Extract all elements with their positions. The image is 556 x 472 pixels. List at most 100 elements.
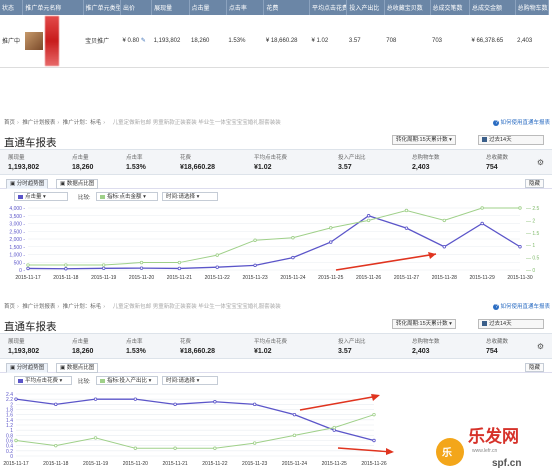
col-header[interactable]: 花费 — [263, 0, 311, 15]
metric-label: 展现量 — [8, 339, 25, 345]
col-header[interactable]: 总成交笔数 — [430, 0, 470, 15]
metric-a-label: 平均点击花费 — [25, 378, 59, 384]
col-header: 状态 — [0, 0, 24, 15]
col-header[interactable]: 平均点击花费 — [309, 0, 348, 15]
tab-compare[interactable]: ▣ 数据点比图 — [56, 363, 99, 373]
metric-value: 18,260 — [72, 348, 94, 355]
report-panel-1: 首页 › 推广计划报表 › 推广计划：标毛 › 儿童定做新包邮 男童新款正装套装 毕业… — [0, 118, 556, 286]
x-tick-label: 2015-11-25 — [318, 275, 343, 281]
conversion-period-select[interactable]: 转化周期:15天累计数 ▾ — [392, 135, 456, 145]
col-header[interactable]: 推广单元类型 — [83, 0, 121, 15]
date-range-select[interactable]: 过去14天 — [478, 135, 544, 145]
x-tick-label: 2015-11-26 — [361, 461, 386, 467]
help-link-label: 如何使用直通车报表 — [500, 120, 550, 126]
breadcrumb-link[interactable]: 首页 — [4, 304, 15, 310]
tab-trend[interactable]: ▣ 分时趋势图 — [6, 363, 49, 373]
tab-trend[interactable]: ▣ 分时趋势图 — [6, 179, 49, 189]
data-point — [329, 226, 333, 230]
metric-item: 投入产出比 3.57 — [338, 337, 366, 355]
metric-b-prefix: 指标: — [107, 194, 120, 200]
impressions-cell: 1,193,802 — [151, 15, 190, 68]
breadcrumb-link[interactable]: 推广计划报表 — [22, 304, 55, 310]
annotation-arrow-line — [337, 447, 393, 453]
metric-item: 花费 ¥18,660.28 — [180, 153, 215, 171]
data-point — [372, 438, 376, 443]
metric-item: 展现量 1,193,802 — [8, 337, 39, 355]
metric-a-select[interactable]: 平均点击花费 ▾ — [14, 376, 72, 385]
x-tick-label: 2015-11-19 — [83, 461, 108, 467]
data-point — [177, 260, 182, 265]
date-range-select[interactable]: 过去14天 — [478, 319, 544, 329]
col-header[interactable]: 总购物车数 — [515, 0, 550, 15]
col-header[interactable]: 总收藏宝贝数 — [384, 0, 431, 15]
edit-pencil-icon[interactable]: ✎ — [141, 38, 146, 44]
y-tick-label-left: 2,500 - — [9, 229, 25, 235]
metric-value: 2,403 — [412, 348, 430, 355]
data-point — [332, 425, 336, 430]
metric-item: 总购物车数 2,403 — [412, 153, 440, 171]
x-tick-label: 2015-11-24 — [282, 461, 307, 467]
table-row: 推广中 宝贝推广 ¥ 0.80 ✎ 1,193,802 18,260 1.53%… — [0, 15, 549, 68]
data-point — [64, 267, 68, 271]
col-header[interactable]: 展现量 — [151, 0, 190, 15]
time-select[interactable]: 时间:请选择 ▾ — [162, 192, 218, 201]
gear-icon[interactable]: ⚙ — [537, 342, 544, 351]
col-header[interactable]: 投入产出比 — [346, 0, 385, 15]
tab-label: 分时趋势图 — [16, 181, 45, 187]
metrics-summary: 展现量 1,193,802 点击量 18,260 点击率 1.53% 花费 ¥18,66… — [0, 333, 552, 359]
unit-name-cell[interactable] — [22, 15, 84, 68]
data-point — [173, 446, 177, 450]
y-tick-label-left: 3,500 - — [9, 214, 25, 220]
data-point — [215, 253, 219, 257]
trend-chart-1: 4,000 - 3,500 - 3,000 -2,500 - 2,000 - 1,500… — [9, 206, 539, 281]
metric-label: 平均点击花费 — [254, 339, 288, 345]
metric-b-select[interactable]: 指标:点击金额 ▾ — [96, 192, 158, 201]
col-header[interactable]: 出价 — [120, 0, 153, 15]
data-point — [372, 412, 376, 417]
metric-value: 1.53% — [126, 164, 146, 171]
gear-icon[interactable]: ⚙ — [537, 158, 544, 167]
help-link[interactable]: ? 如何使用直通车报表 — [493, 302, 550, 310]
product-thumbnail[interactable] — [24, 31, 43, 50]
col-header[interactable]: 点击率 — [226, 0, 265, 15]
breadcrumb-link[interactable]: 推广计划：标毛 — [63, 304, 102, 310]
data-point — [253, 238, 257, 242]
metric-label: 总购物车数 — [412, 339, 440, 345]
calendar-icon — [482, 137, 487, 143]
chart-tab-bar: ▣ 分时趋势图 ▣ 数据点比图 隐藏 — [0, 362, 552, 373]
roi-cell: 3.57 — [346, 15, 385, 68]
x-tick-label: 2015-11-23 — [242, 461, 267, 467]
col-header[interactable]: 点击量 — [189, 0, 227, 15]
time-select[interactable]: 时间:请选择 ▾ — [162, 376, 218, 385]
data-point — [291, 236, 295, 240]
breadcrumb-link[interactable]: 推广计划：标毛 — [63, 120, 102, 126]
metric-label: 点击量 — [72, 155, 89, 161]
y-tick-label-left: 3,000 - — [9, 222, 25, 228]
data-point — [133, 397, 138, 401]
page-title: 直通车报表 — [4, 321, 57, 333]
y-tick-label-left: 500 - — [14, 260, 26, 266]
redacted-name — [44, 15, 59, 66]
breadcrumb-link[interactable]: 推广计划报表 — [22, 120, 55, 126]
x-tick-label: 2015-11-17 — [15, 275, 40, 281]
series-a-swatch — [18, 194, 23, 199]
data-point — [54, 402, 58, 407]
help-link[interactable]: ? 如何使用直通车报表 — [493, 118, 550, 126]
x-tick-label: 2015-11-18 — [43, 461, 68, 467]
breadcrumb-current: 儿童定做新包邮 男童新款正装套装 毕业生一体宝宝宝宝婚礼服套装装 — [112, 120, 281, 126]
conversion-period-select[interactable]: 转化周期:15天累计数 ▾ — [392, 319, 456, 329]
favorites-cell: 708 — [384, 15, 430, 68]
data-point — [291, 255, 295, 260]
data-point — [133, 446, 138, 450]
tab-compare[interactable]: ▣ 数据点比图 — [56, 179, 99, 189]
y-tick-label-left: 4,000 - — [9, 206, 25, 212]
data-point — [292, 412, 297, 417]
breadcrumb-link[interactable]: 首页 — [4, 120, 15, 126]
metric-a-select[interactable]: 点击量 ▾ — [14, 192, 68, 201]
hide-chart-button[interactable]: 隐藏 — [524, 363, 544, 372]
metrics-summary: 展现量 1,193,802 点击量 18,260 点击率 1.53% 花费 ¥18,66… — [0, 149, 552, 175]
compare-label: 比较: — [78, 195, 91, 201]
col-header[interactable]: 总成交金额 — [469, 0, 516, 15]
metric-b-select[interactable]: 指标:投入产出比 ▾ — [96, 376, 158, 385]
hide-chart-button[interactable]: 隐藏 — [524, 179, 544, 188]
